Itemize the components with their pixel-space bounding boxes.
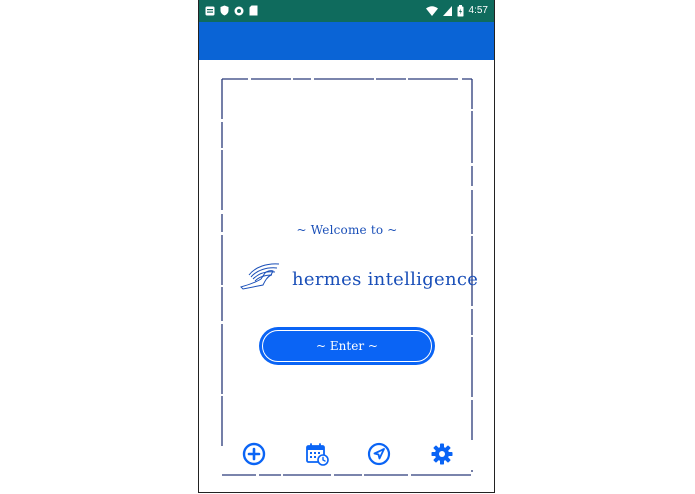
calendar-button[interactable] [304,441,330,467]
decorative-frame: ~ Welcome to ~ hermes intelligence ~ Ent… [221,78,478,476]
settings-icon [431,443,453,465]
phone-screen: 4:57 ~ Welcome to ~ hermes intelligence … [198,0,495,493]
wifi-icon [425,5,438,16]
hermes-logo: hermes intelligence [240,261,481,297]
calendar-icon [306,443,329,466]
battery-icon [457,4,464,16]
status-bar: 4:57 [199,0,494,22]
navigation-icon [367,442,391,466]
circle-icon [234,6,244,15]
bottom-navigation [199,441,494,467]
add-icon [242,442,266,466]
notification-icon [205,6,215,15]
status-time: 4:57 [468,5,488,16]
logo-text: hermes intelligence [292,269,479,290]
status-right-icons: 4:57 [425,4,488,17]
status-left-icons [205,5,258,16]
settings-button[interactable] [429,441,455,467]
navigation-button[interactable] [366,441,392,467]
enter-button-label: ~ Enter ~ [262,330,432,362]
add-button[interactable] [241,441,267,467]
enter-button[interactable]: ~ Enter ~ [259,327,435,365]
shield-icon [220,5,229,16]
welcome-text: ~ Welcome to ~ [296,223,398,237]
sd-card-icon [249,5,258,16]
app-bar [199,22,494,60]
winged-shoe-icon [240,263,280,290]
signal-icon [442,5,452,16]
